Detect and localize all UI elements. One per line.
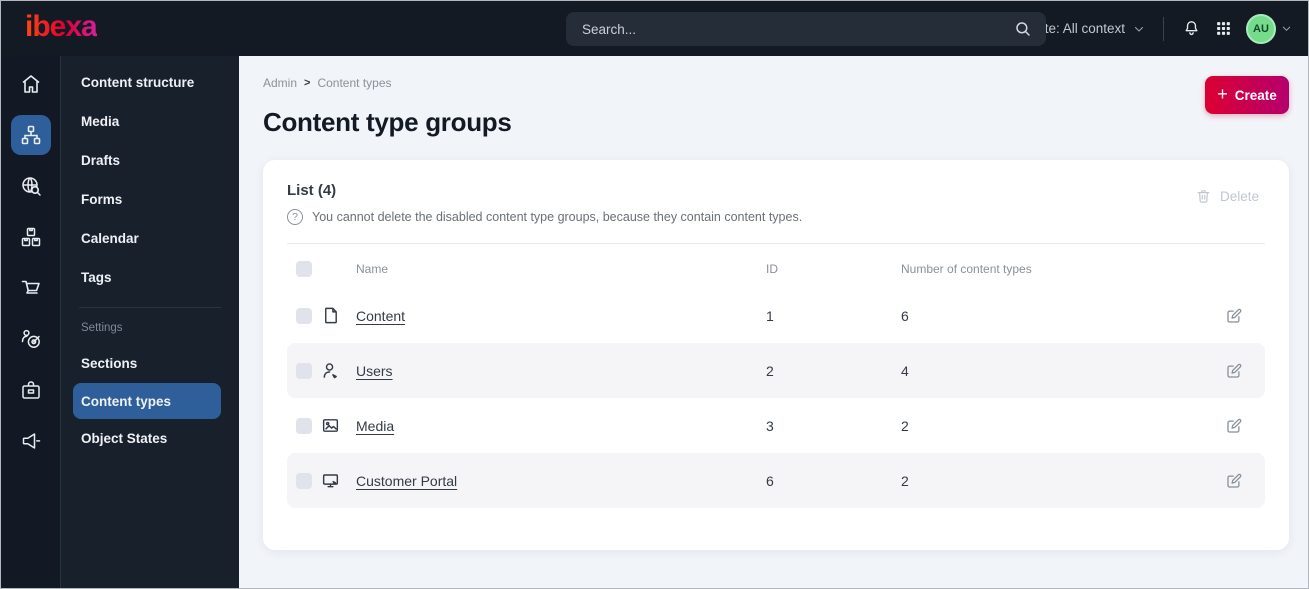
trash-icon bbox=[1195, 188, 1212, 205]
sidebar-item-tags[interactable]: Tags bbox=[61, 258, 239, 297]
file-icon bbox=[321, 306, 346, 325]
edit-icon bbox=[1225, 417, 1243, 435]
topbar-divider bbox=[1163, 16, 1164, 41]
group-link: Customer Portal bbox=[346, 473, 766, 489]
app-switcher-button[interactable] bbox=[1215, 20, 1232, 37]
sidebar-item-object-states[interactable]: Object States bbox=[61, 419, 239, 458]
chevron-down-icon bbox=[1133, 23, 1145, 35]
group-id: 6 bbox=[766, 472, 774, 489]
column-header-name: Name bbox=[356, 262, 389, 276]
group-name-link[interactable]: Users bbox=[356, 363, 393, 379]
marketing-megaphone-icon[interactable] bbox=[11, 421, 51, 461]
group-link: Users bbox=[346, 363, 766, 379]
main-content: Admin > Content types + Create Content t… bbox=[239, 56, 1308, 588]
page-title: Content type groups bbox=[263, 107, 512, 137]
group-link: Content bbox=[346, 308, 766, 324]
app-window: ibexa Site: All context bbox=[0, 0, 1309, 589]
site-search-icon[interactable] bbox=[11, 166, 51, 206]
delete-button[interactable]: Delete bbox=[1195, 188, 1259, 205]
group-name-link[interactable]: Customer Portal bbox=[356, 473, 457, 489]
search-icon[interactable] bbox=[1014, 20, 1032, 38]
table-header-row: Name ID Number of content types bbox=[287, 250, 1265, 288]
global-search bbox=[566, 12, 1046, 46]
plus-icon: + bbox=[1217, 84, 1228, 104]
product-catalog-icon[interactable] bbox=[11, 370, 51, 410]
list-count-title: List (4) bbox=[287, 182, 337, 199]
edit-row-button[interactable] bbox=[1225, 472, 1265, 490]
settings-section-label: Settings bbox=[81, 322, 123, 334]
table-row: Customer Portal 6 2 bbox=[287, 453, 1265, 508]
row-checkbox[interactable] bbox=[296, 417, 312, 434]
commerce-cart-icon[interactable] bbox=[11, 268, 51, 308]
create-button-label: Create bbox=[1234, 87, 1277, 103]
group-count: 4 bbox=[901, 362, 909, 379]
sidebar-menu: Content structure Media Drafts Forms Cal… bbox=[61, 56, 239, 588]
breadcrumb: Admin > Content types bbox=[263, 76, 1289, 90]
chevron-down-icon bbox=[1281, 23, 1292, 34]
topbar: ibexa Site: All context bbox=[1, 1, 1308, 56]
topbar-controls: Site: All context AU bbox=[1008, 13, 1292, 44]
icon-rail bbox=[1, 56, 61, 588]
group-count: 2 bbox=[901, 417, 909, 434]
bell-icon bbox=[1182, 19, 1201, 38]
sidebar-item-content-types[interactable]: Content types bbox=[73, 383, 221, 419]
monitor-icon bbox=[321, 471, 346, 490]
select-all-checkbox[interactable] bbox=[296, 261, 312, 277]
user-icon bbox=[321, 361, 346, 380]
edit-icon bbox=[1225, 472, 1243, 490]
group-count: 2 bbox=[901, 472, 909, 489]
content-tree-icon[interactable] bbox=[10, 115, 51, 155]
table-row: Users 2 4 bbox=[287, 343, 1265, 398]
sidebar-item-media[interactable]: Media bbox=[61, 102, 239, 141]
group-id: 3 bbox=[766, 417, 774, 434]
site-context-label: Site: All context bbox=[1032, 21, 1125, 36]
content-type-groups-table: Name ID Number of content types Content … bbox=[287, 243, 1265, 508]
sidebar-divider bbox=[79, 307, 221, 308]
group-id: 1 bbox=[766, 307, 774, 324]
search-input[interactable] bbox=[566, 12, 1046, 46]
ibexa-logo[interactable]: ibexa bbox=[25, 11, 98, 46]
column-header-count: Number of content types bbox=[901, 262, 1032, 276]
create-button[interactable]: + Create bbox=[1205, 76, 1289, 114]
breadcrumb-current: Content types bbox=[317, 76, 392, 90]
notifications-button[interactable] bbox=[1182, 19, 1201, 38]
breadcrumb-admin[interactable]: Admin bbox=[263, 76, 297, 90]
edit-row-button[interactable] bbox=[1225, 307, 1265, 325]
group-name-link[interactable]: Content bbox=[356, 308, 405, 324]
group-name-link[interactable]: Media bbox=[356, 418, 394, 434]
personalization-target-icon[interactable] bbox=[11, 319, 51, 359]
breadcrumb-separator: > bbox=[304, 77, 311, 89]
sidebar-item-drafts[interactable]: Drafts bbox=[61, 141, 239, 180]
group-link: Media bbox=[346, 418, 766, 434]
edit-icon bbox=[1225, 362, 1243, 380]
help-icon: ? bbox=[287, 209, 303, 225]
table-row: Content 1 6 bbox=[287, 288, 1265, 343]
row-checkbox[interactable] bbox=[296, 362, 312, 379]
sidebar-item-calendar[interactable]: Calendar bbox=[61, 219, 239, 258]
app-grid-icon bbox=[1215, 20, 1232, 37]
page-blocks-icon[interactable] bbox=[11, 217, 51, 257]
edit-icon bbox=[1225, 307, 1243, 325]
group-id: 2 bbox=[766, 362, 774, 379]
sidebar-item-forms[interactable]: Forms bbox=[61, 180, 239, 219]
row-checkbox[interactable] bbox=[296, 472, 312, 489]
sidebar-item-sections[interactable]: Sections bbox=[61, 344, 239, 383]
hint-row: ? You cannot delete the disabled content… bbox=[287, 209, 1265, 225]
row-checkbox[interactable] bbox=[296, 307, 312, 324]
group-count: 6 bbox=[901, 307, 909, 324]
home-icon[interactable] bbox=[11, 64, 51, 104]
content-type-groups-card: List (4) ? You cannot delete the disable… bbox=[263, 160, 1289, 550]
sidebar-item-content-structure[interactable]: Content structure bbox=[61, 63, 239, 102]
column-header-id: ID bbox=[766, 262, 778, 276]
image-icon bbox=[321, 416, 346, 435]
edit-row-button[interactable] bbox=[1225, 417, 1265, 435]
user-menu[interactable]: AU bbox=[1246, 13, 1292, 44]
card-header: List (4) ? You cannot delete the disable… bbox=[287, 182, 1265, 225]
avatar: AU bbox=[1246, 13, 1276, 44]
table-row: Media 3 2 bbox=[287, 398, 1265, 453]
delete-button-label: Delete bbox=[1219, 189, 1259, 204]
edit-row-button[interactable] bbox=[1225, 362, 1265, 380]
hint-text: You cannot delete the disabled content t… bbox=[312, 210, 803, 224]
